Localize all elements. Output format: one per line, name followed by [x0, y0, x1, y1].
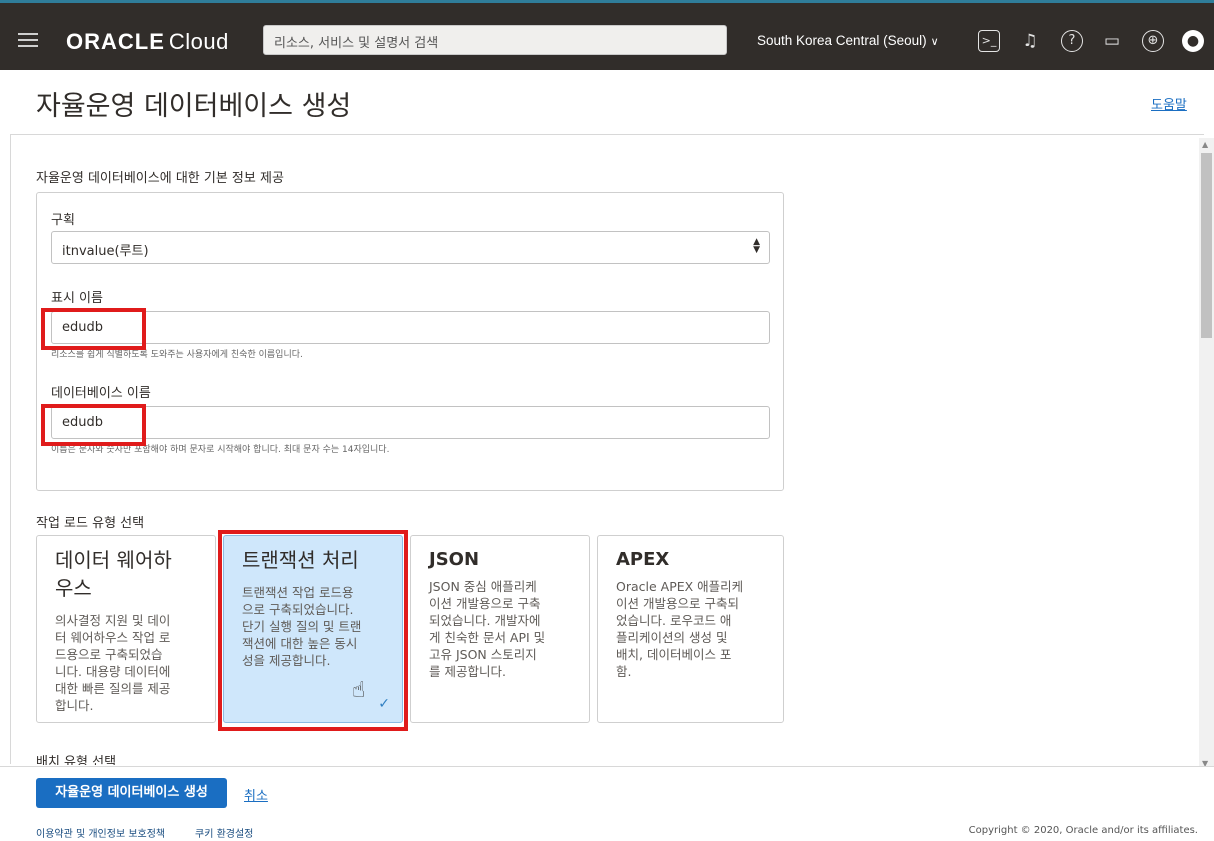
db-name-label: 데이터베이스 이름 — [51, 386, 151, 401]
tile-title: JSON — [429, 549, 480, 570]
compartment-value: itnvalue(루트) — [62, 244, 149, 259]
workload-tile-apex[interactable]: APEX Oracle APEX 애플리케 이션 개발용으로 구축되 었습니다. 로… — [597, 535, 784, 723]
workload-tile-json[interactable]: JSON JSON 중심 애플리케 이션 개발용으로 구축 되었습니다. 개발자에 게… — [410, 535, 590, 723]
help-circle-icon[interactable]: ? — [1061, 30, 1083, 52]
page-title: 자율운영 데이터베이스 생성 — [36, 91, 352, 122]
tile-title: 데이터 웨어하 우스 — [55, 548, 172, 600]
region-selector[interactable]: South Korea Central (Seoul) ∨ — [757, 33, 939, 48]
action-bar: 자율운영 데이터베이스 생성 취소 — [0, 766, 1214, 818]
terminal-icon[interactable]: >_ — [978, 30, 1000, 52]
chevron-down-icon: ∨ — [930, 36, 939, 48]
basic-info-card: 구획 itnvalue(루트) ▲ ▼ 표시 이름 edudb 리소스를 쉽게 식… — [36, 192, 784, 491]
tile-description: 의사결정 지원 및 데이 터 웨어하우스 작업 로 드용으로 구축되었습 니다. 대용… — [55, 613, 171, 713]
tile-title: APEX — [616, 549, 670, 570]
globe-icon[interactable]: ⊕ — [1142, 30, 1164, 52]
cookie-preferences-link[interactable]: 쿠키 환경설정 — [195, 825, 253, 840]
cancel-link[interactable]: 취소 — [244, 785, 268, 804]
create-database-button[interactable]: 자율운영 데이터베이스 생성 — [36, 778, 227, 808]
display-name-input[interactable]: edudb — [51, 311, 770, 344]
vertical-scrollbar[interactable]: ▲ ▼ — [1199, 138, 1214, 770]
scroll-up-arrow-icon[interactable]: ▲ — [1202, 140, 1208, 149]
terms-link[interactable]: 이용약관 및 개인정보 보호정책 — [36, 825, 165, 840]
search-input[interactable]: 리소스, 서비스 및 설명서 검색 — [263, 25, 727, 55]
select-updown-icon: ▲ ▼ — [753, 237, 760, 255]
copyright-text: Copyright © 2020, Oracle and/or its affi… — [968, 825, 1198, 836]
content-left-border — [10, 134, 11, 764]
workload-section-title: 작업 로드 유형 선택 — [36, 516, 145, 531]
bell-icon[interactable]: ♫ — [1019, 30, 1041, 52]
display-name-label: 표시 이름 — [51, 291, 103, 306]
page-footer: 이용약관 및 개인정보 보호정책 쿠키 환경설정 Copyright © 202… — [0, 818, 1214, 841]
workload-tile-data-warehouse[interactable]: 데이터 웨어하 우스 의사결정 지원 및 데이 터 웨어하우스 작업 로 드용으로 구… — [36, 535, 216, 723]
header-divider — [10, 134, 1204, 135]
highlight-transaction-tile — [218, 530, 408, 731]
compartment-label: 구획 — [51, 213, 75, 228]
oracle-cloud-logo[interactable]: ORACLE Cloud — [66, 29, 229, 55]
chat-icon[interactable]: ▭ — [1101, 30, 1123, 52]
db-name-input[interactable]: edudb — [51, 406, 770, 439]
tile-description: JSON 중심 애플리케 이션 개발용으로 구축 되었습니다. 개발자에 게 친숙한 … — [429, 579, 546, 679]
compartment-select[interactable]: itnvalue(루트) ▲ ▼ — [51, 231, 770, 264]
scrollbar-thumb[interactable] — [1201, 153, 1212, 338]
user-avatar-icon[interactable]: ● — [1182, 30, 1204, 52]
tile-description: Oracle APEX 애플리케 이션 개발용으로 구축되 었습니다. 로우코드 애… — [616, 579, 744, 679]
top-navigation-bar: ORACLE Cloud 리소스, 서비스 및 설명서 검색 South Kore… — [0, 0, 1214, 70]
basic-info-section-title: 자율운영 데이터베이스에 대한 기본 정보 제공 — [36, 171, 284, 186]
help-link[interactable]: 도움말 — [1151, 94, 1187, 113]
highlight-display-name — [41, 308, 146, 350]
deployment-section-title: 배치 유형 선택 — [36, 755, 117, 765]
highlight-db-name — [41, 404, 146, 446]
hamburger-menu-icon[interactable] — [18, 33, 38, 47]
